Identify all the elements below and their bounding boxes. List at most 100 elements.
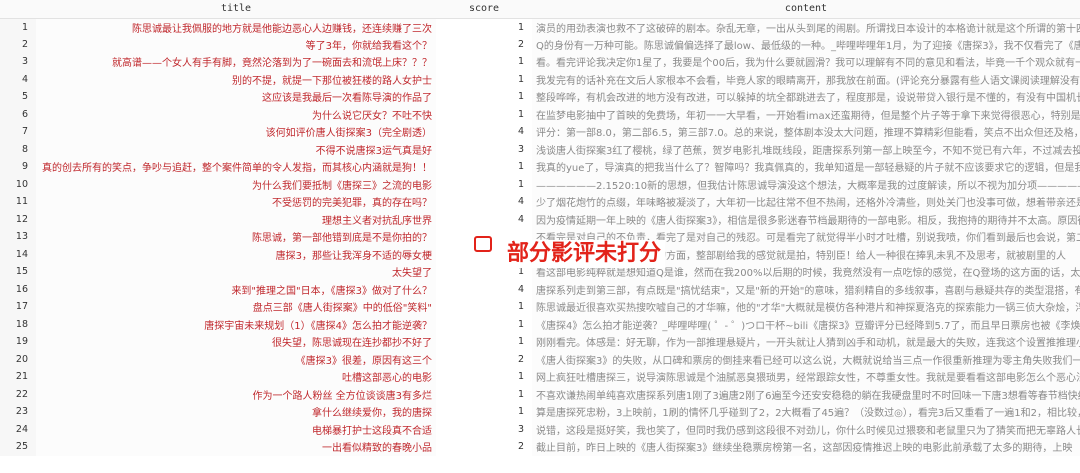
table-row[interactable]: 8 不得不说唐探3运气真是好 3 浅谈唐人街探案3红了樱桃，绿了芭蕉，贺岁电影扎堆既线… xyxy=(0,140,1080,158)
table-row[interactable]: 22 作为一个路人粉丝 全方位谈谈唐3有多烂 1 不喜欢谦热闹单纯喜欢唐探系列唐1刚了… xyxy=(0,385,1080,403)
content-cell: 因为疫情延期一年上映的《唐人街探案3》，相信是很多影迷春节档最期待的一部电影。相… xyxy=(532,210,1080,228)
title-cell: 陈思诚，第一部他错到底是不是你拍的？ xyxy=(36,228,436,246)
score-cell: 1 xyxy=(517,21,524,33)
title-cell: 《唐探3》很差，原因有这三个 xyxy=(36,350,436,368)
table-row[interactable]: 2 等了3年，你就给我看这个？ 2 Q的身份有一万种可能。陈思诚偏偏选择了最low、最… xyxy=(0,35,1080,53)
row-index: 18 xyxy=(0,315,36,333)
table-row[interactable]: 23 拿什么继续爱你，我的唐探 1 算是唐探死忠粉，3上映前，1刷的情怀几乎碰到了2，… xyxy=(0,403,1080,421)
table-row[interactable]: 7 该何如评价唐人街探案3（完全剧透） 4 评分：第一部8.0，第二部6.5，第三部7… xyxy=(0,123,1080,141)
title-cell: 为什么说它厌女？不吐不快 xyxy=(36,105,436,123)
score-cell: 1 xyxy=(517,406,524,418)
row-index: 7 xyxy=(0,123,36,141)
row-index: 5 xyxy=(0,88,36,106)
content-cell: 看。看完评论我决定你1星了，我要是个00后，我为什么要就圆滑？我可以理解有不同的… xyxy=(532,53,1080,71)
table-row[interactable]: 1 陈思诚最让我佩服的地方就是他能边恶心人边赚钱，还连续赚了三次 1 演员的用劲表演也… xyxy=(0,18,1080,36)
table-row[interactable]: 20 《唐探3》很差，原因有这三个 2 《唐人街探案3》的失败，从口碑和票房的倒挂来看… xyxy=(0,350,1080,368)
table-row[interactable]: 21 吐槽这部恶心的电影 1 网上疯狂吐槽唐探三，说导演陈思诚是个油腻恶臭猥琐男，经常… xyxy=(0,368,1080,386)
title-cell: 来到"推理之国"日本，《唐探3》做对了什么？ xyxy=(36,280,436,298)
title-cell: 这应该是我最后一次看陈导演的作品了 xyxy=(36,88,436,106)
score-cell: 1 xyxy=(517,388,524,400)
row-index: 24 xyxy=(0,420,36,438)
table-row[interactable]: 12 理想主义者对抗乱序世界 4 因为疫情延期一年上映的《唐人街探案3》，相信是很多影… xyxy=(0,210,1080,228)
content-cell: 我发完有的话补充在文后人家根本不会看，毕竟人家的眼睛离开，那我放在前面。(评论充… xyxy=(532,70,1080,88)
content-cell: 演员的用劲表演也救不了这破碎的剧本。杂乱无章，一出从头到尾的闹剧。所谓找日本设计… xyxy=(532,18,1080,36)
table-row[interactable]: 4 别的不提，就提一下那位被狂楼的路人女护士 1 我发完有的话补充在文后人家根本不会看… xyxy=(0,70,1080,88)
row-index: 9 xyxy=(0,158,36,176)
title-cell: 作为一个路人粉丝 全方位谈谈唐3有多烂 xyxy=(36,385,436,403)
title-cell: 真的创去所有的笑点，争吵与追赶，整个案件简单的令人发指，而其核心内涵就是狗！！ xyxy=(36,158,436,176)
content-cell: 说错，这段是挺好笑，我也笑了，但同时我仍感到这段很不对劲儿，你什么时候见过猥亵和… xyxy=(532,420,1080,438)
score-cell: 1 xyxy=(517,73,524,85)
content-cell: 刚刚看完。体感是：好无聊，作为一部推理悬疑片，一开头就让人猜到凶手和动机，就是最… xyxy=(532,333,1080,351)
content-cell: 唐探系列走到第三部，有点既是"搞忧结束"，又是"新的开始"的意味，猎刹精自的多线… xyxy=(532,280,1080,298)
table-row[interactable]: 3 就高谱——个女人有手有脚，竟然沦落到为了一碗面去和流氓上床？？？ 1 看。看完评论… xyxy=(0,53,1080,71)
title-cell: 电梯暴打护士这段真不合适 xyxy=(36,420,436,438)
title-cell: 吐槽这部恶心的电影 xyxy=(36,368,436,386)
title-cell: 一出看似精致的春晚小品 xyxy=(36,438,436,456)
title-cell: 不受惩罚的完美犯罪，真的存在吗？ xyxy=(36,193,436,211)
table-row[interactable]: 9 真的创去所有的笑点，争吵与追赶，整个案件简单的令人发指，而其核心内涵就是狗！！… xyxy=(0,158,1080,176)
content-header[interactable]: content xyxy=(532,0,1080,19)
row-index: 23 xyxy=(0,403,36,421)
row-index: 19 xyxy=(0,333,36,351)
row-index: 21 xyxy=(0,368,36,386)
index-header xyxy=(0,0,36,19)
content-cell: 在监梦电影抽中了首映的免费场，年初一一大早看，一开始看imax还蛮期待，但是整个… xyxy=(532,105,1080,123)
title-cell: 该何如评价唐人街探案3（完全剧透） xyxy=(36,123,436,141)
highlight-box xyxy=(474,236,492,252)
row-index: 12 xyxy=(0,210,36,228)
table-row[interactable]: 19 很失望，陈思诚现在连抄都抄不好了 1 刚刚看完。体感是：好无聊，作为一部推理悬疑… xyxy=(0,333,1080,351)
score-cell: 1 xyxy=(517,161,524,173)
table-row[interactable]: 10 为什么我们要抵制《唐探三》之流的电影 1 ——————2.1520:10新的思想… xyxy=(0,175,1080,193)
row-index: 6 xyxy=(0,105,36,123)
table-row[interactable]: 18 唐探宇宙未来规划（1）《唐探4》怎么拍才能逆袭？ 1 《唐探4》怎么拍才能逆袭？… xyxy=(0,315,1080,333)
score-cell: 1 xyxy=(517,371,524,383)
data-table: title score content 1 陈思诚最让我佩服的地方就是他能边恶心人… xyxy=(0,0,1080,456)
title-cell: 盘点三部《唐人街探案》中的低俗"笑料" xyxy=(36,298,436,316)
score-header[interactable]: score xyxy=(436,0,532,19)
row-index: 22 xyxy=(0,385,36,403)
content-cell: Q的身份有一万种可能。陈思诚偏偏选择了最low、最低级的一种。_哔哩哔哩年1月，… xyxy=(532,35,1080,53)
score-cell: 3 xyxy=(517,143,524,155)
title-cell: 理想主义者对抗乱序世界 xyxy=(36,210,436,228)
score-cell: 1 xyxy=(517,318,524,330)
score-cell: 4 xyxy=(517,126,524,138)
content-cell: 陈思诚最近很喜欢买热搜吹嘘自己的才华嘛，他的"才华"大概就是模仿各种港片和神探夏… xyxy=(532,298,1080,316)
score-cell: 2 xyxy=(517,38,524,50)
title-header[interactable]: title xyxy=(36,0,436,19)
content-cell: 《唐人街探案3》的失败，从口碑和票房的倒挂来看已经可以这么说，大概就说给当三点一… xyxy=(532,350,1080,368)
row-index: 11 xyxy=(0,193,36,211)
title-cell: 不得不说唐探3运气真是好 xyxy=(36,140,436,158)
score-cell: 1 xyxy=(517,108,524,120)
table-row[interactable]: 5 这应该是我最后一次看陈导演的作品了 1 整段哗哗，有机会改进的地方没有改进，可以躲… xyxy=(0,88,1080,106)
row-index: 17 xyxy=(0,298,36,316)
score-cell: 3 xyxy=(517,423,524,435)
content-cell: 截止目前，昨日上映的《唐人街探案3》继续坐稳票房榜第一名，这部因疫情推迟上映的电… xyxy=(532,438,1080,456)
row-index: 10 xyxy=(0,175,36,193)
score-cell: 4 xyxy=(517,283,524,295)
title-cell: 等了3年，你就给我看这个？ xyxy=(36,35,436,53)
title-cell: 为什么我们要抵制《唐探三》之流的电影 xyxy=(36,175,436,193)
table-row[interactable]: 6 为什么说它厌女？不吐不快 1 在监梦电影抽中了首映的免费场，年初一一大早看，一开始… xyxy=(0,105,1080,123)
score-cell: 1 xyxy=(517,178,524,190)
score-cell: 1 xyxy=(517,91,524,103)
table-row[interactable]: 17 盘点三部《唐人街探案》中的低俗"笑料" 1 陈思诚最近很喜欢买热搜吹嘘自己的才华… xyxy=(0,298,1080,316)
table-row[interactable]: 25 一出看似精致的春晚小品 2 截止目前，昨日上映的《唐人街探案3》继续坐稳票房榜第… xyxy=(0,438,1080,456)
content-cell: 浅谈唐人街探案3红了樱桃，绿了芭蕉，贺岁电影扎堆既线段，距唐探系列第一部上映至今… xyxy=(532,140,1080,158)
row-index: 3 xyxy=(0,53,36,71)
table-row[interactable]: 24 电梯暴打护士这段真不合适 3 说错，这段是挺好笑，我也笑了，但同时我仍感到这段很… xyxy=(0,420,1080,438)
row-index: 4 xyxy=(0,70,36,88)
score-cell: 1 xyxy=(517,336,524,348)
row-index: 16 xyxy=(0,280,36,298)
content-cell: 少了烟花炮竹的点缀，年味略被凝淡了，大年初一比起往常不但不热闹，还格外冷清些，则… xyxy=(532,193,1080,211)
row-index: 14 xyxy=(0,245,36,263)
content-cell: 《唐探4》怎么拍才能逆袭？_哔哩哔哩( ゜- ゜)つロ干杯~bili《唐探3》豆… xyxy=(532,315,1080,333)
table-row[interactable]: 16 来到"推理之国"日本，《唐探3》做对了什么？ 4 唐探系列走到第三部，有点既是"… xyxy=(0,280,1080,298)
title-cell: 太失望了 xyxy=(36,263,436,281)
content-cell: 算是唐探死忠粉，3上映前，1刷的情怀几乎碰到了2，2大概看了45遍？（没数过◎）… xyxy=(532,403,1080,421)
content-cell: 不喜欢谦热闹单纯喜欢唐探系列唐1刚了3遍唐2刚了6遍至今还安安稳稳的躺在我硬盘里… xyxy=(532,385,1080,403)
table-row[interactable]: 11 不受惩罚的完美犯罪，真的存在吗？ 4 少了烟花炮竹的点缀，年味略被凝淡了，大年初… xyxy=(0,193,1080,211)
content-cell: 整段哗哗，有机会改进的地方没有改进，可以躲掉的坑全都跳进去了，程度那是，设说带贷… xyxy=(532,88,1080,106)
row-index: 1 xyxy=(0,18,36,36)
title-cell: 别的不提，就提一下那位被狂楼的路人女护士 xyxy=(36,70,436,88)
